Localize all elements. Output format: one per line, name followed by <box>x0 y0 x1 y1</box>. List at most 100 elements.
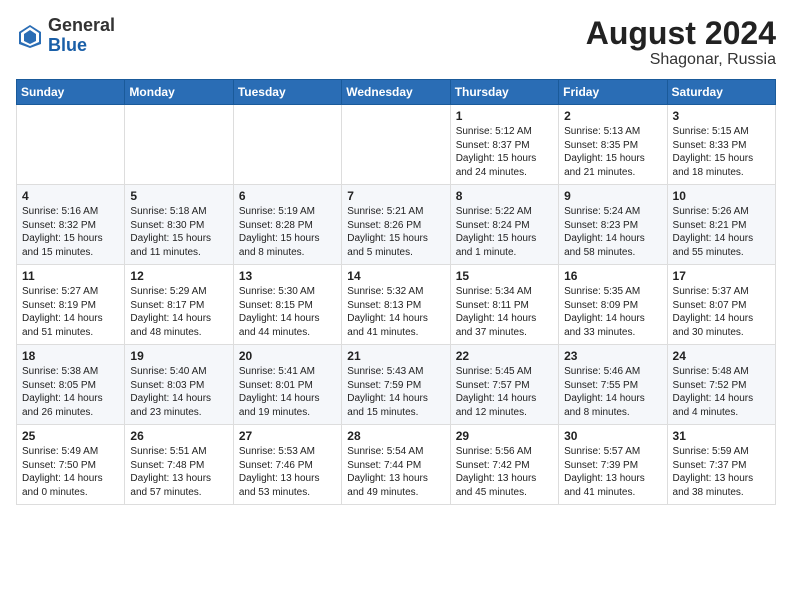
header: General Blue August 2024 Shagonar, Russi… <box>16 16 776 69</box>
day-number: 3 <box>673 109 770 123</box>
day-info: Sunrise: 5:32 AM Sunset: 8:13 PM Dayligh… <box>347 285 444 339</box>
day-cell <box>233 105 341 185</box>
day-info: Sunrise: 5:12 AM Sunset: 8:37 PM Dayligh… <box>456 125 553 179</box>
logo-general: General <box>48 15 115 35</box>
col-header-friday: Friday <box>559 80 667 105</box>
day-cell: 7 Sunrise: 5:21 AM Sunset: 8:26 PM Daylig… <box>342 185 450 265</box>
col-header-tuesday: Tuesday <box>233 80 341 105</box>
day-number: 27 <box>239 429 336 443</box>
day-info: Sunrise: 5:40 AM Sunset: 8:03 PM Dayligh… <box>130 365 227 419</box>
day-cell: 16 Sunrise: 5:35 AM Sunset: 8:09 PM Dayli… <box>559 265 667 345</box>
logo-blue: Blue <box>48 35 87 55</box>
day-cell: 6 Sunrise: 5:19 AM Sunset: 8:28 PM Daylig… <box>233 185 341 265</box>
day-number: 16 <box>564 269 661 283</box>
day-cell: 15Sunrise: 5:34 AM Sunset: 8:11 PM Dayli… <box>450 265 558 345</box>
day-cell: 14 Sunrise: 5:32 AM Sunset: 8:13 PM Dayli… <box>342 265 450 345</box>
day-cell: 3 Sunrise: 5:15 AM Sunset: 8:33 PM Daylig… <box>667 105 775 185</box>
calendar-table: SundayMondayTuesdayWednesdayThursdayFrid… <box>16 79 776 505</box>
day-info: Sunrise: 5:15 AM Sunset: 8:33 PM Dayligh… <box>673 125 770 179</box>
day-number: 29 <box>456 429 553 443</box>
day-info: Sunrise: 5:21 AM Sunset: 8:26 PM Dayligh… <box>347 205 444 259</box>
day-number: 7 <box>347 189 444 203</box>
day-info: Sunrise: 5:18 AM Sunset: 8:30 PM Dayligh… <box>130 205 227 259</box>
logo: General Blue <box>16 16 115 56</box>
day-cell: 2Sunrise: 5:13 AM Sunset: 8:35 PM Daylig… <box>559 105 667 185</box>
col-header-sunday: Sunday <box>17 80 125 105</box>
logo-text: General Blue <box>48 16 115 56</box>
day-number: 1 <box>456 109 553 123</box>
day-number: 19 <box>130 349 227 363</box>
day-info: Sunrise: 5:37 AM Sunset: 8:07 PM Dayligh… <box>673 285 770 339</box>
day-info: Sunrise: 5:24 AM Sunset: 8:23 PM Dayligh… <box>564 205 661 259</box>
day-info: Sunrise: 5:48 AM Sunset: 7:52 PM Dayligh… <box>673 365 770 419</box>
day-info: Sunrise: 5:49 AM Sunset: 7:50 PM Dayligh… <box>22 445 119 499</box>
day-cell: 25 Sunrise: 5:49 AM Sunset: 7:50 PM Dayli… <box>17 425 125 505</box>
day-info: Sunrise: 5:29 AM Sunset: 8:17 PM Dayligh… <box>130 285 227 339</box>
day-info: Sunrise: 5:56 AM Sunset: 7:42 PM Dayligh… <box>456 445 553 499</box>
header-row: SundayMondayTuesdayWednesdayThursdayFrid… <box>17 80 776 105</box>
day-cell: 5Sunrise: 5:18 AM Sunset: 8:30 PM Daylig… <box>125 185 233 265</box>
day-info: Sunrise: 5:41 AM Sunset: 8:01 PM Dayligh… <box>239 365 336 419</box>
day-cell: 12Sunrise: 5:29 AM Sunset: 8:17 PM Dayli… <box>125 265 233 345</box>
day-number: 21 <box>347 349 444 363</box>
day-number: 14 <box>347 269 444 283</box>
day-number: 23 <box>564 349 661 363</box>
day-number: 9 <box>564 189 661 203</box>
day-info: Sunrise: 5:35 AM Sunset: 8:09 PM Dayligh… <box>564 285 661 339</box>
day-number: 22 <box>456 349 553 363</box>
day-cell: 19 Sunrise: 5:40 AM Sunset: 8:03 PM Dayli… <box>125 345 233 425</box>
day-info: Sunrise: 5:54 AM Sunset: 7:44 PM Dayligh… <box>347 445 444 499</box>
day-number: 28 <box>347 429 444 443</box>
day-number: 8 <box>456 189 553 203</box>
day-cell <box>17 105 125 185</box>
day-info: Sunrise: 5:46 AM Sunset: 7:55 PM Dayligh… <box>564 365 661 419</box>
day-cell: 31 Sunrise: 5:59 AM Sunset: 7:37 PM Dayli… <box>667 425 775 505</box>
day-cell: 28 Sunrise: 5:54 AM Sunset: 7:44 PM Dayli… <box>342 425 450 505</box>
day-number: 6 <box>239 189 336 203</box>
day-info: Sunrise: 5:53 AM Sunset: 7:46 PM Dayligh… <box>239 445 336 499</box>
day-cell: 21Sunrise: 5:43 AM Sunset: 7:59 PM Dayli… <box>342 345 450 425</box>
day-info: Sunrise: 5:27 AM Sunset: 8:19 PM Dayligh… <box>22 285 119 339</box>
day-cell: 22 Sunrise: 5:45 AM Sunset: 7:57 PM Dayli… <box>450 345 558 425</box>
week-row-3: 11 Sunrise: 5:27 AM Sunset: 8:19 PM Dayli… <box>17 265 776 345</box>
day-number: 17 <box>673 269 770 283</box>
calendar-subtitle: Shagonar, Russia <box>586 51 776 69</box>
day-info: Sunrise: 5:16 AM Sunset: 8:32 PM Dayligh… <box>22 205 119 259</box>
day-cell: 30 Sunrise: 5:57 AM Sunset: 7:39 PM Dayli… <box>559 425 667 505</box>
day-info: Sunrise: 5:26 AM Sunset: 8:21 PM Dayligh… <box>673 205 770 259</box>
day-number: 20 <box>239 349 336 363</box>
day-cell: 27 Sunrise: 5:53 AM Sunset: 7:46 PM Dayli… <box>233 425 341 505</box>
col-header-thursday: Thursday <box>450 80 558 105</box>
day-cell: 17 Sunrise: 5:37 AM Sunset: 8:07 PM Dayli… <box>667 265 775 345</box>
day-cell: 24Sunrise: 5:48 AM Sunset: 7:52 PM Dayli… <box>667 345 775 425</box>
day-number: 31 <box>673 429 770 443</box>
day-cell: 10 Sunrise: 5:26 AM Sunset: 8:21 PM Dayli… <box>667 185 775 265</box>
day-cell: 4Sunrise: 5:16 AM Sunset: 8:32 PM Daylig… <box>17 185 125 265</box>
day-info: Sunrise: 5:38 AM Sunset: 8:05 PM Dayligh… <box>22 365 119 419</box>
day-cell: 8 Sunrise: 5:22 AM Sunset: 8:24 PM Daylig… <box>450 185 558 265</box>
day-number: 30 <box>564 429 661 443</box>
day-cell <box>342 105 450 185</box>
day-info: Sunrise: 5:45 AM Sunset: 7:57 PM Dayligh… <box>456 365 553 419</box>
day-number: 25 <box>22 429 119 443</box>
day-info: Sunrise: 5:13 AM Sunset: 8:35 PM Dayligh… <box>564 125 661 179</box>
week-row-2: 4Sunrise: 5:16 AM Sunset: 8:32 PM Daylig… <box>17 185 776 265</box>
day-number: 10 <box>673 189 770 203</box>
day-cell: 13Sunrise: 5:30 AM Sunset: 8:15 PM Dayli… <box>233 265 341 345</box>
day-number: 11 <box>22 269 119 283</box>
day-cell <box>125 105 233 185</box>
day-info: Sunrise: 5:19 AM Sunset: 8:28 PM Dayligh… <box>239 205 336 259</box>
day-cell: 23 Sunrise: 5:46 AM Sunset: 7:55 PM Dayli… <box>559 345 667 425</box>
calendar-title: August 2024 <box>586 16 776 51</box>
day-info: Sunrise: 5:59 AM Sunset: 7:37 PM Dayligh… <box>673 445 770 499</box>
day-cell: 26Sunrise: 5:51 AM Sunset: 7:48 PM Dayli… <box>125 425 233 505</box>
day-cell: 11 Sunrise: 5:27 AM Sunset: 8:19 PM Dayli… <box>17 265 125 345</box>
day-cell: 18Sunrise: 5:38 AM Sunset: 8:05 PM Dayli… <box>17 345 125 425</box>
day-cell: 1 Sunrise: 5:12 AM Sunset: 8:37 PM Daylig… <box>450 105 558 185</box>
day-info: Sunrise: 5:51 AM Sunset: 7:48 PM Dayligh… <box>130 445 227 499</box>
day-info: Sunrise: 5:22 AM Sunset: 8:24 PM Dayligh… <box>456 205 553 259</box>
col-header-monday: Monday <box>125 80 233 105</box>
day-info: Sunrise: 5:57 AM Sunset: 7:39 PM Dayligh… <box>564 445 661 499</box>
week-row-5: 25 Sunrise: 5:49 AM Sunset: 7:50 PM Dayli… <box>17 425 776 505</box>
title-block: August 2024 Shagonar, Russia <box>586 16 776 69</box>
